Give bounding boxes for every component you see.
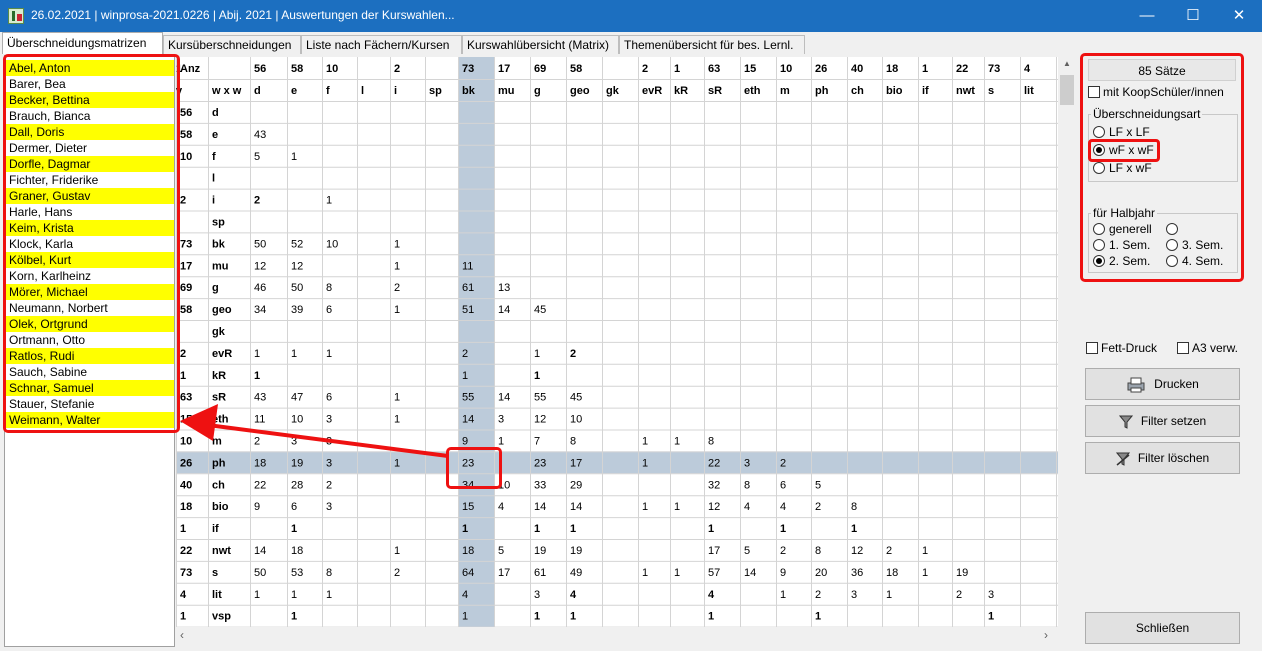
annotation-arrow bbox=[180, 404, 449, 458]
